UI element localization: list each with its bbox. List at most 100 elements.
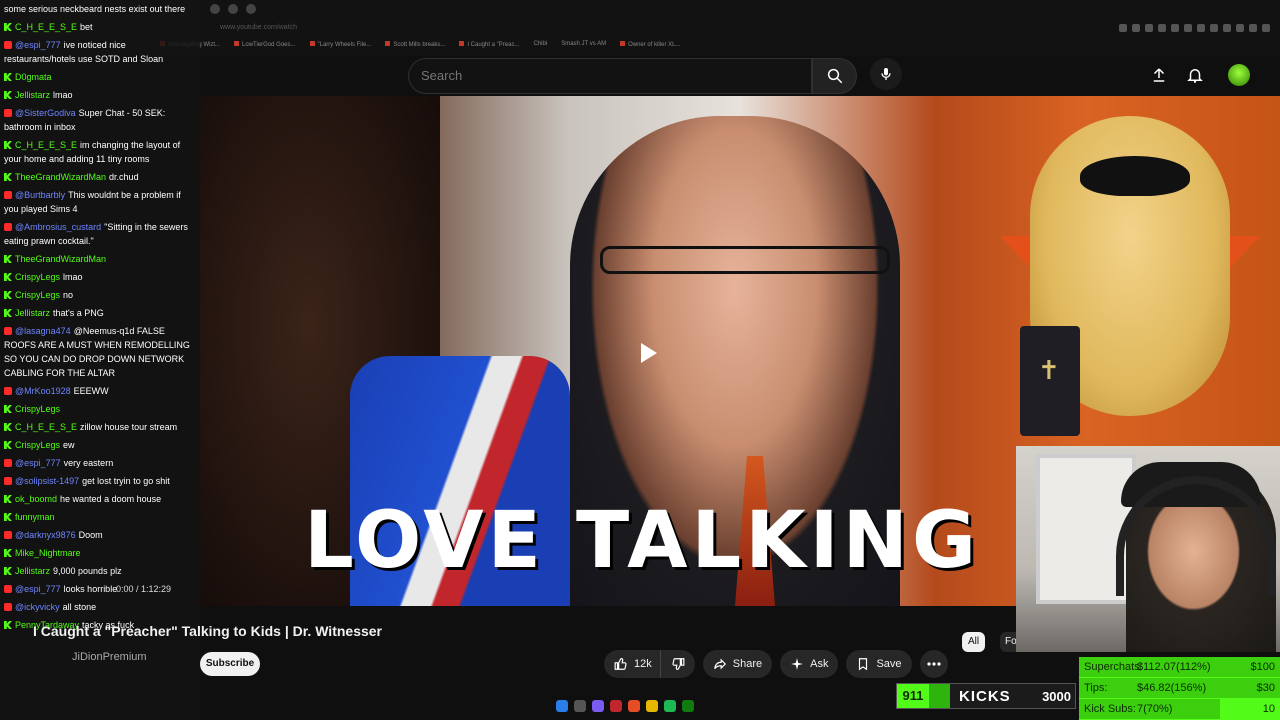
goal-target: 10 bbox=[1262, 703, 1275, 715]
channel-name[interactable]: JiDionPremium bbox=[72, 651, 147, 663]
xbox-icon[interactable] bbox=[682, 700, 694, 712]
upload-button[interactable] bbox=[1148, 64, 1170, 86]
chat-message: some serious neckbeard nests exist out t… bbox=[4, 2, 196, 16]
filter-chip-all[interactable]: All bbox=[962, 632, 986, 652]
extension-icon[interactable] bbox=[1197, 24, 1205, 32]
search-input[interactable] bbox=[421, 68, 801, 83]
bookmark-item[interactable]: I Caught a "Preac... bbox=[459, 41, 520, 48]
chat-username[interactable]: @lasagna474 bbox=[15, 326, 71, 336]
bookmark-item[interactable]: LowTierGod Goes... bbox=[234, 41, 296, 48]
bookmark-icon bbox=[859, 658, 868, 671]
chat-username[interactable]: @solipsist-1497 bbox=[15, 476, 79, 486]
extension-icon[interactable] bbox=[1223, 24, 1231, 32]
kick-badge-icon bbox=[4, 141, 12, 149]
chat-username[interactable]: CrispyLegs bbox=[15, 290, 60, 300]
record-icon[interactable] bbox=[610, 700, 622, 712]
extension-icon[interactable] bbox=[1158, 24, 1166, 32]
share-button[interactable]: Share bbox=[702, 650, 773, 678]
search-icon[interactable] bbox=[574, 700, 586, 712]
extension-icon[interactable] bbox=[1249, 24, 1257, 32]
subscribe-button[interactable]: Subscribe bbox=[200, 652, 260, 676]
chat-username[interactable]: CrispyLegs bbox=[15, 440, 60, 450]
chat-username[interactable]: @espi_777 bbox=[15, 584, 61, 594]
youtube-badge-icon bbox=[4, 109, 12, 117]
chat-username[interactable]: @darknyx9876 bbox=[15, 530, 76, 540]
play-icon[interactable] bbox=[637, 343, 661, 363]
tab-icon[interactable] bbox=[228, 4, 238, 14]
extension-icon[interactable] bbox=[1132, 24, 1140, 32]
kick-badge-icon bbox=[4, 513, 12, 521]
chat-username[interactable]: CrispyLegs bbox=[15, 272, 60, 282]
extension-icon[interactable] bbox=[1236, 24, 1244, 32]
chat-message: Jellistarz 9,000 pounds plz bbox=[4, 564, 196, 578]
more-actions-button[interactable] bbox=[919, 650, 948, 678]
chat-username[interactable]: Jellistarz bbox=[15, 308, 50, 318]
chat-overlay: some serious neckbeard nests exist out t… bbox=[0, 0, 200, 720]
chat-username[interactable]: D0gmata bbox=[15, 72, 52, 82]
obs-icon[interactable] bbox=[592, 700, 604, 712]
chat-username[interactable]: C_H_E_E_S_E bbox=[15, 22, 77, 32]
chat-text: 9,000 pounds plz bbox=[53, 566, 122, 576]
chat-username[interactable]: C_H_E_E_S_E bbox=[15, 422, 77, 432]
notifications-button[interactable] bbox=[1184, 64, 1206, 86]
chat-username[interactable]: funnyman bbox=[15, 512, 55, 522]
chat-username[interactable]: TheeGrandWizardMan bbox=[15, 254, 106, 264]
like-button[interactable]: 12k bbox=[604, 650, 660, 678]
extension-icon[interactable] bbox=[1145, 24, 1153, 32]
extension-icon[interactable] bbox=[1171, 24, 1179, 32]
bookmark-item[interactable]: Owner of killer XL... bbox=[620, 41, 680, 48]
save-button[interactable]: Save bbox=[846, 650, 912, 678]
avatar[interactable] bbox=[1228, 64, 1250, 86]
address-bar[interactable]: www.youtube.com/watch bbox=[220, 24, 297, 31]
chat-username[interactable]: @ickyvicky bbox=[15, 602, 60, 612]
chat-username[interactable]: C_H_E_E_S_E bbox=[15, 140, 77, 150]
dislike-button[interactable] bbox=[659, 650, 695, 678]
chat-username[interactable]: ok_boomd bbox=[15, 494, 57, 504]
chat-username[interactable]: Jellistarz bbox=[15, 566, 50, 576]
bookmark-item[interactable]: Chibi bbox=[534, 41, 548, 48]
goal-target: $30 bbox=[1256, 682, 1275, 694]
extension-icon[interactable] bbox=[1119, 24, 1127, 32]
chat-username[interactable]: CrispyLegs bbox=[15, 404, 60, 414]
kick-badge-icon bbox=[4, 405, 12, 413]
chat-username[interactable]: @Ambrosius_custard bbox=[15, 222, 101, 232]
tab-strip[interactable] bbox=[210, 2, 256, 16]
chat-username[interactable]: @espi_777 bbox=[15, 40, 61, 50]
chat-message: @espi_777 very eastern bbox=[4, 456, 196, 470]
bookmarks-bar: Investigating Wizt... LowTierGod Goes...… bbox=[160, 41, 680, 48]
search-button[interactable] bbox=[812, 58, 857, 94]
extension-icon[interactable] bbox=[1210, 24, 1218, 32]
chat-username[interactable]: @MrKoo1928 bbox=[15, 386, 71, 396]
chat-username[interactable]: Jellistarz bbox=[15, 90, 50, 100]
kick-badge-icon bbox=[4, 423, 12, 431]
webcam-overlay bbox=[1016, 446, 1280, 652]
chat-username[interactable]: @espi_777 bbox=[15, 458, 61, 468]
tab-icon[interactable] bbox=[246, 4, 256, 14]
thumbnail-mustache bbox=[1080, 156, 1190, 196]
goal-label: Kick Subs: bbox=[1084, 703, 1136, 715]
bookmark-item[interactable]: "Larry Wheels File... bbox=[309, 41, 371, 48]
thumbs-down-icon bbox=[672, 658, 685, 670]
tab-icon[interactable] bbox=[210, 4, 220, 14]
goal-row-superchats: Superchats: $112.07(112%) $100 bbox=[1079, 657, 1280, 677]
windows-start-icon[interactable] bbox=[556, 700, 568, 712]
chat-text: some serious neckbeard nests exist out t… bbox=[4, 4, 186, 14]
extension-icon[interactable] bbox=[1184, 24, 1192, 32]
extension-icons bbox=[1119, 24, 1270, 32]
chat-username[interactable]: TheeGrandWizardMan bbox=[15, 172, 106, 182]
extension-icon[interactable] bbox=[1262, 24, 1270, 32]
chat-text: ew bbox=[63, 440, 75, 450]
chat-username[interactable]: @Burtbarbly bbox=[15, 190, 65, 200]
spotify-icon[interactable] bbox=[664, 700, 676, 712]
voice-search-button[interactable] bbox=[870, 58, 902, 90]
bookmark-item[interactable]: Scott Mills breaks... bbox=[385, 41, 445, 48]
folder-icon[interactable] bbox=[646, 700, 658, 712]
bookmark-item[interactable]: Smash JT vs AM bbox=[561, 41, 606, 48]
kick-badge-icon bbox=[4, 549, 12, 557]
chat-username[interactable]: Mike_Nightmare bbox=[15, 548, 81, 558]
chat-message: ok_boomd he wanted a doom house bbox=[4, 492, 196, 506]
ask-button[interactable]: Ask bbox=[780, 650, 839, 678]
chat-username[interactable]: @SisterGodiva bbox=[15, 108, 76, 118]
search-box[interactable] bbox=[408, 58, 812, 94]
browser-icon[interactable] bbox=[628, 700, 640, 712]
